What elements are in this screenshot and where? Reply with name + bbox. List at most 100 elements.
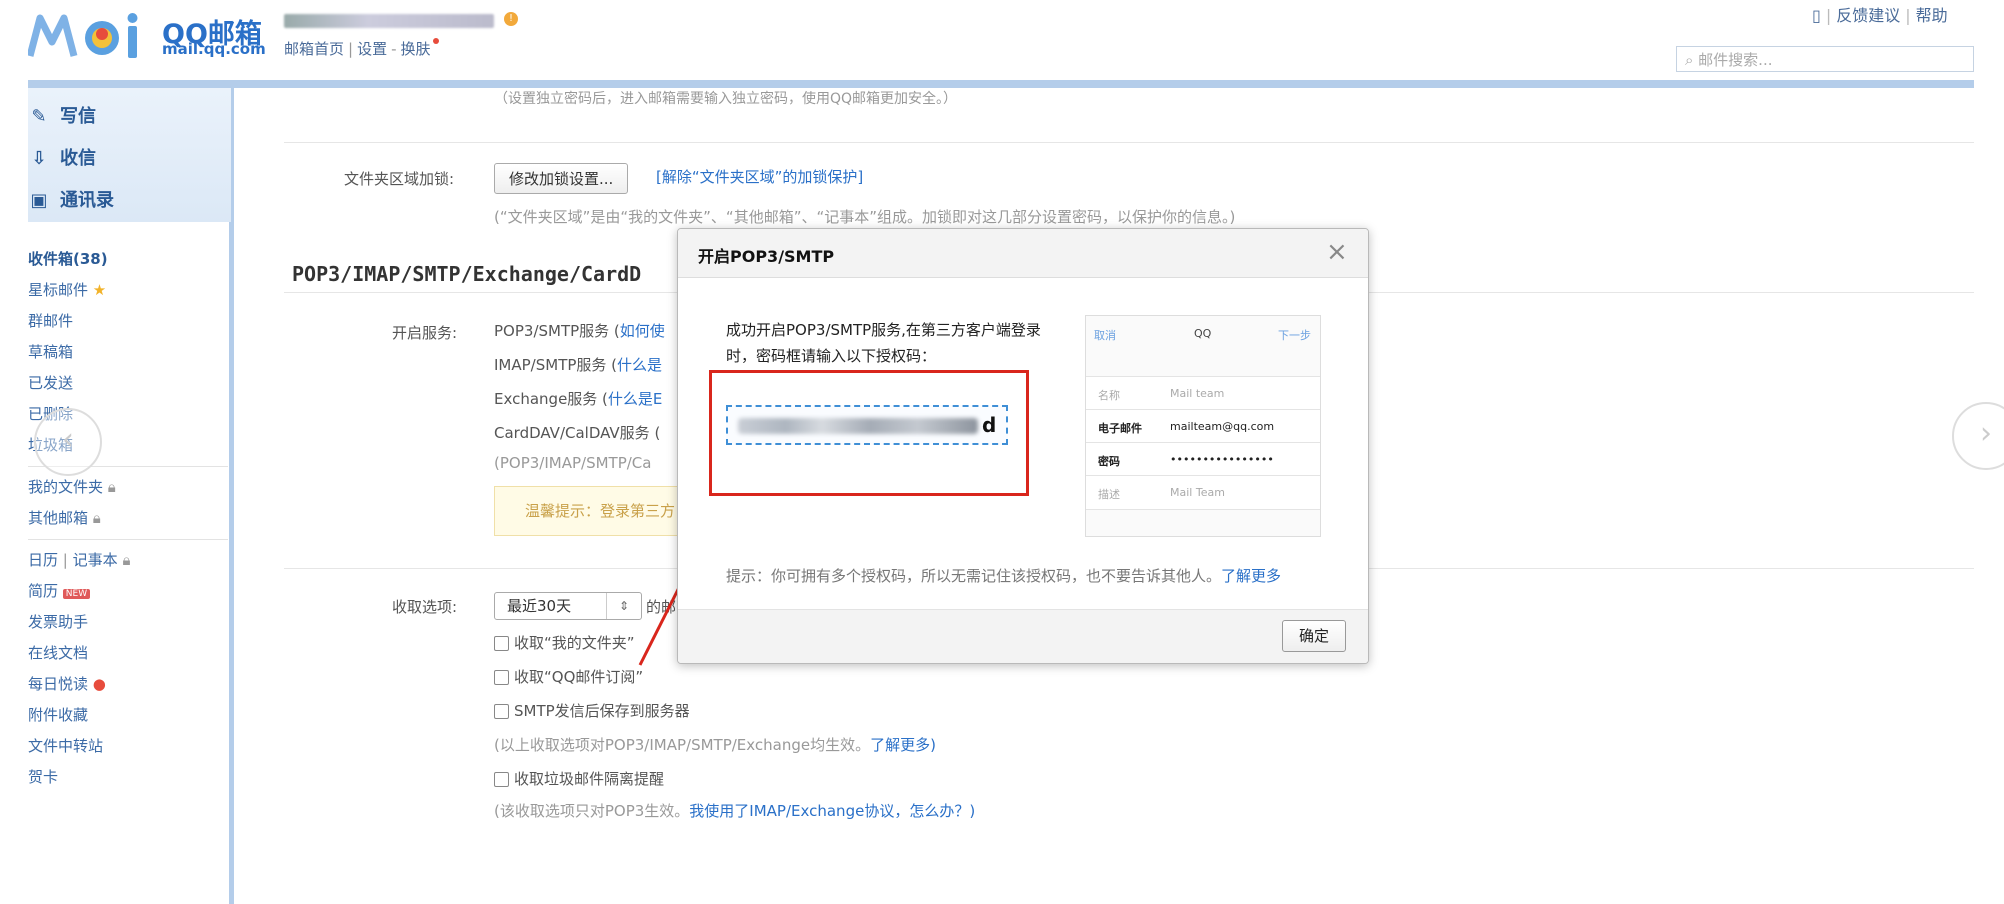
- search-input[interactable]: ⌕ 邮件搜索...: [1676, 46, 1974, 72]
- confirm-button[interactable]: 确定: [1282, 620, 1346, 652]
- dialog-header: 开启POP3/SMTP ×: [678, 229, 1368, 278]
- receive-label: 收取选项:: [392, 598, 458, 616]
- close-icon[interactable]: ×: [1326, 237, 1348, 267]
- new-badge: NEW: [62, 589, 91, 599]
- checkbox-smtp-save[interactable]: SMTP发信后保存到服务器: [494, 700, 690, 721]
- contacts-button[interactable]: ▣ 通讯录: [28, 186, 114, 212]
- link-feedback[interactable]: 反馈建议: [1836, 6, 1900, 25]
- compose-icon: ✎: [31, 106, 47, 127]
- header-divider-bar: [28, 80, 1974, 88]
- auth-code-last-char: d: [982, 413, 997, 437]
- checkbox[interactable]: [494, 772, 509, 787]
- sidebar-item-docs[interactable]: 在线文档: [28, 638, 228, 669]
- illustration-next: 下一步: [1278, 329, 1311, 342]
- link-skin[interactable]: 换肤: [401, 40, 431, 58]
- top-right-links: ▯ | 反馈建议 | 帮助: [1812, 6, 1948, 25]
- client-config-illustration: 取消 QQ 下一步 名称 Mail team 电子邮件 mailteam@qq.co…: [1085, 315, 1321, 537]
- sidebar-item-inbox[interactable]: 收件箱(38): [28, 244, 228, 275]
- link-help[interactable]: 帮助: [1916, 6, 1948, 25]
- dot-icon: ●: [92, 675, 106, 693]
- sidebar-item-cards[interactable]: 贺卡: [28, 762, 228, 793]
- learn-more-link[interactable]: 了解更多): [870, 736, 936, 754]
- section-title: POP3/IMAP/SMTP/Exchange/CardD: [292, 262, 642, 286]
- illustration-row: 密码 ••••••••••••••••: [1086, 442, 1320, 476]
- service-exchange: Exchange服务 (什么是E: [494, 390, 663, 408]
- dialog-learn-more-link[interactable]: 了解更多: [1221, 567, 1281, 585]
- bottom-note: (该收取选项只对POP3生效。我使用了IMAP/Exchange协议，怎么办？): [494, 802, 976, 820]
- sidebar-item-drafts[interactable]: 草稿箱: [28, 337, 228, 368]
- receive-note: (以上收取选项对POP3/IMAP/SMTP/Exchange均生效。了解更多): [494, 736, 936, 754]
- checkbox[interactable]: [494, 670, 509, 685]
- checkbox-qq-subscription[interactable]: 收取“QQ邮件订阅”: [494, 666, 643, 687]
- sidebar-item-resume[interactable]: 简历 NEW: [28, 576, 228, 607]
- compose-button[interactable]: ✎ 写信: [28, 102, 96, 128]
- prev-arrow-icon[interactable]: ‹: [34, 408, 102, 476]
- link-calendar[interactable]: 日历: [28, 551, 58, 569]
- link-settings[interactable]: 设置: [357, 40, 387, 58]
- sidebar-item-sent[interactable]: 已发送: [28, 368, 228, 399]
- illustration-cancel: 取消: [1094, 329, 1116, 342]
- services-note: (POP3/IMAP/SMTP/Ca: [494, 454, 652, 472]
- search-icon: ⌕: [1685, 51, 1699, 69]
- receive-range-select[interactable]: 最近30天 ⇕: [494, 592, 642, 620]
- unlock-folder-link[interactable]: [解除“文件夹区域”的加锁保护]: [656, 166, 863, 187]
- qq-mail-logo-icon[interactable]: [28, 12, 150, 62]
- lock-icon: 🔒︎: [92, 509, 101, 527]
- dialog-footer: 确定: [678, 609, 1368, 663]
- modify-lock-button[interactable]: 修改加锁设置...: [494, 163, 629, 194]
- service-exchange-help-link[interactable]: 什么是E: [608, 390, 662, 408]
- sidebar-border: [229, 222, 234, 904]
- header-links: 邮箱首页 | 设置 - 换肤: [284, 38, 439, 59]
- sidebar-item-group-mail[interactable]: 群邮件: [28, 306, 228, 337]
- imap-help-link[interactable]: 我使用了IMAP/Exchange协议，怎么办？): [689, 802, 975, 820]
- star-icon: ★: [92, 281, 107, 299]
- skin-dot-icon: [432, 38, 439, 44]
- next-arrow-icon[interactable]: ›: [1952, 402, 2004, 470]
- illustration-title: QQ: [1194, 327, 1212, 340]
- sidebar-item-starred[interactable]: 星标邮件 ★: [28, 275, 228, 306]
- receive-icon: ⇩: [31, 148, 47, 169]
- auth-code-field[interactable]: d: [726, 405, 1008, 445]
- illustration-row: 电子邮件 mailteam@qq.com: [1086, 409, 1320, 443]
- link-notes[interactable]: 记事本: [73, 551, 118, 569]
- sidebar-actions-panel: ✎ 写信 ⇩ 收信 ▣ 通讯录: [28, 88, 234, 222]
- auth-code-blurred: [738, 418, 978, 434]
- lock-icon: 🔒︎: [107, 478, 116, 496]
- logo-subtitle: mail.qq.com: [162, 40, 266, 58]
- account-name-blurred: [284, 14, 494, 28]
- checkbox-my-folders[interactable]: 收取“我的文件夹”: [494, 632, 635, 653]
- lock-icon: 🔒︎: [122, 551, 131, 569]
- account-warning-icon[interactable]: !: [504, 12, 518, 26]
- contacts-icon: ▣: [30, 190, 48, 211]
- service-pop3: POP3/SMTP服务 (如何使: [494, 322, 665, 340]
- checkbox-spam-alert[interactable]: 收取垃圾邮件隔离提醒: [494, 768, 664, 789]
- sidebar-item-invoice[interactable]: 发票助手: [28, 607, 228, 638]
- header: QQ邮箱 mail.qq.com ! 邮箱首页 | 设置 - 换肤 ▯ | 反馈建议 | 帮助 …: [0, 0, 1974, 86]
- divider: [284, 142, 1974, 143]
- illustration-row: 名称 Mail team: [1086, 376, 1320, 410]
- top-note: （设置独立密码后，进入邮箱需要输入独立密码，使用QQ邮箱更加安全。）: [494, 91, 958, 107]
- service-carddav: CardDAV/CalDAV服务 (: [494, 424, 661, 442]
- folder-list: 收件箱(38) 星标邮件 ★ 群邮件 草稿箱 已发送 已删除 垃圾箱 我的文件夹…: [28, 244, 228, 793]
- illustration-nav: 取消 QQ 下一步: [1086, 316, 1320, 352]
- sidebar-item-file-transfer[interactable]: 文件中转站: [28, 731, 228, 762]
- phone-icon[interactable]: ▯: [1812, 6, 1821, 25]
- checkbox[interactable]: [494, 704, 509, 719]
- service-imap: IMAP/SMTP服务 (什么是: [494, 356, 663, 374]
- service-label: 开启服务:: [392, 324, 458, 342]
- checkbox[interactable]: [494, 636, 509, 651]
- link-mail-home[interactable]: 邮箱首页: [284, 40, 344, 58]
- receive-button[interactable]: ⇩ 收信: [28, 144, 96, 170]
- dialog-hint: 提示：你可拥有多个授权码，所以无需记住该授权码，也不要告诉其他人。了解更多: [726, 567, 1282, 585]
- illustration-row: 描述 Mail Team: [1086, 475, 1320, 510]
- service-pop3-help-link[interactable]: 如何使: [620, 322, 665, 340]
- service-imap-help-link[interactable]: 什么是: [617, 356, 662, 374]
- sidebar-item-other-mailboxes[interactable]: 其他邮箱 🔒︎: [28, 503, 228, 534]
- sidebar-item-attachments[interactable]: 附件收藏: [28, 700, 228, 731]
- dialog-message: 成功开启POP3/SMTP服务,在第三方客户端登录时，密码框请输入以下授权码：: [726, 321, 1041, 365]
- sidebar-item-my-folders[interactable]: 我的文件夹 🔒︎: [28, 472, 228, 503]
- dialog-title: 开启POP3/SMTP: [698, 247, 835, 266]
- pop3-smtp-dialog: 开启POP3/SMTP × 成功开启POP3/SMTP服务,在第三方客户端登录时…: [677, 228, 1369, 664]
- sidebar-divider: [28, 539, 228, 540]
- sidebar-item-daily-read[interactable]: 每日悦读 ●: [28, 669, 228, 700]
